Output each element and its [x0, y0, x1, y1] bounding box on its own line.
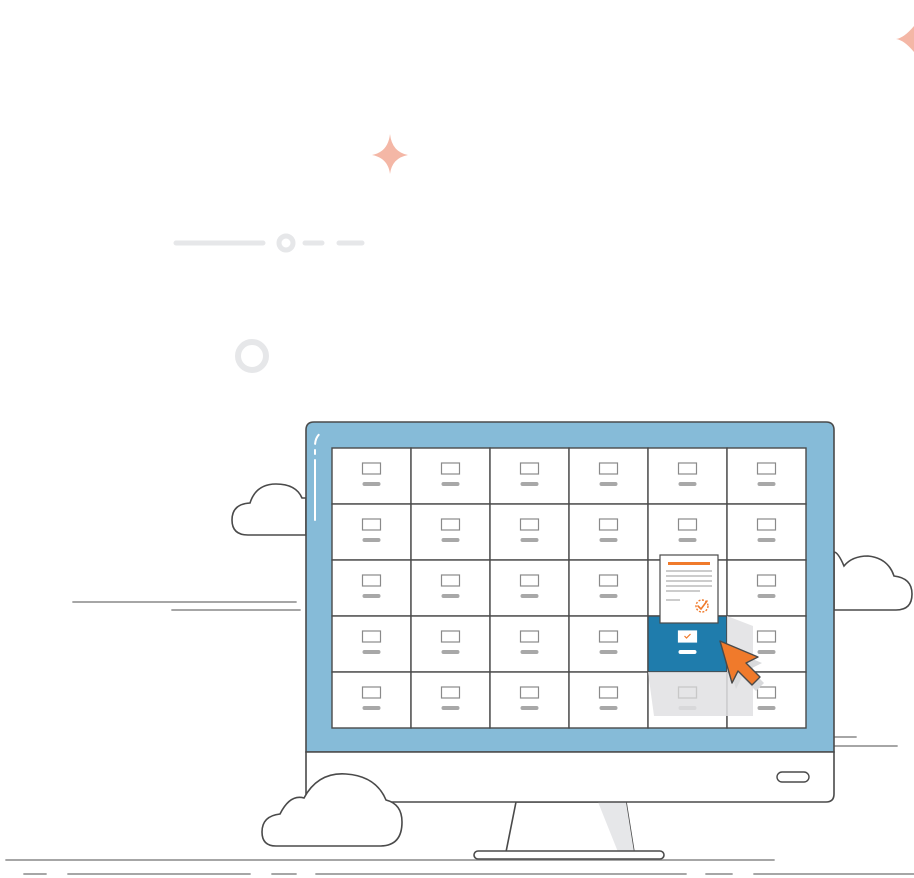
drawer-handle: [678, 538, 697, 542]
sparkle-icon: [896, 26, 914, 52]
drawer-cell[interactable]: [568, 503, 649, 561]
drawer-handle: [757, 650, 776, 654]
drawer-cell[interactable]: [489, 615, 570, 673]
drawer-cell[interactable]: [489, 503, 570, 561]
drawer-handle: [362, 706, 381, 710]
drawer-handle: [757, 538, 776, 542]
sparkle-icon: [372, 134, 408, 174]
drawer-cell[interactable]: [568, 671, 649, 729]
drawer-cell[interactable]: [726, 447, 807, 505]
drawer-handle: [441, 650, 460, 654]
decorative-line-dots: [173, 233, 365, 253]
drawer-handle: [520, 482, 539, 486]
drawer-cell[interactable]: [410, 559, 491, 617]
drawer-cell[interactable]: [331, 671, 412, 729]
drawer-handle: [441, 594, 460, 598]
drawer-cell[interactable]: [489, 447, 570, 505]
drawer-handle: [362, 482, 381, 486]
drawer-cell[interactable]: [568, 447, 649, 505]
drawer-cell[interactable]: [410, 447, 491, 505]
drawer-handle: [757, 482, 776, 486]
document-icon[interactable]: [659, 554, 719, 624]
drawer-handle: [441, 538, 460, 542]
cloud-icon: [833, 551, 913, 611]
illustration-stage: [0, 0, 914, 878]
drawer-cell[interactable]: [410, 503, 491, 561]
drawer-handle: [599, 594, 618, 598]
drawer-grid: [331, 447, 807, 729]
drawer-cell[interactable]: [568, 559, 649, 617]
drawer-handle: [599, 538, 618, 542]
drawer-cell[interactable]: [726, 559, 807, 617]
drawer-cell[interactable]: [331, 503, 412, 561]
drawer-cell[interactable]: [647, 615, 728, 673]
monitor-stand: [473, 801, 665, 860]
drawer-cell[interactable]: [726, 503, 807, 561]
drawer-handle: [441, 706, 460, 710]
drawer-cell[interactable]: [647, 447, 728, 505]
drawer-handle: [678, 650, 697, 654]
power-button-icon[interactable]: [776, 771, 810, 783]
drawer-handle: [520, 650, 539, 654]
monitor-file-cabinet-illustration: [5, 26, 914, 875]
drawer-handle: [362, 650, 381, 654]
drawer-cell[interactable]: [410, 615, 491, 673]
cloud-icon: [231, 483, 307, 536]
drawer-handle: [599, 706, 618, 710]
drawer-handle: [520, 594, 539, 598]
drawer-handle: [599, 482, 618, 486]
drawer-handle: [362, 594, 381, 598]
drawer-cell[interactable]: [331, 447, 412, 505]
drawer-cell[interactable]: [331, 559, 412, 617]
drawer-cell[interactable]: [489, 559, 570, 617]
drawer-cell[interactable]: [489, 671, 570, 729]
drawer-handle: [520, 706, 539, 710]
drawer-handle: [757, 594, 776, 598]
decorative-ring: [235, 339, 269, 373]
drawer-handle: [757, 706, 776, 710]
drawer-handle: [599, 650, 618, 654]
drawer-handle: [362, 538, 381, 542]
drawer-cell[interactable]: [331, 615, 412, 673]
drawer-handle: [520, 538, 539, 542]
drawer-cell[interactable]: [647, 503, 728, 561]
drawer-handle: [441, 482, 460, 486]
drawer-cell[interactable]: [410, 671, 491, 729]
drawer-handle: [678, 482, 697, 486]
drawer-cell[interactable]: [568, 615, 649, 673]
